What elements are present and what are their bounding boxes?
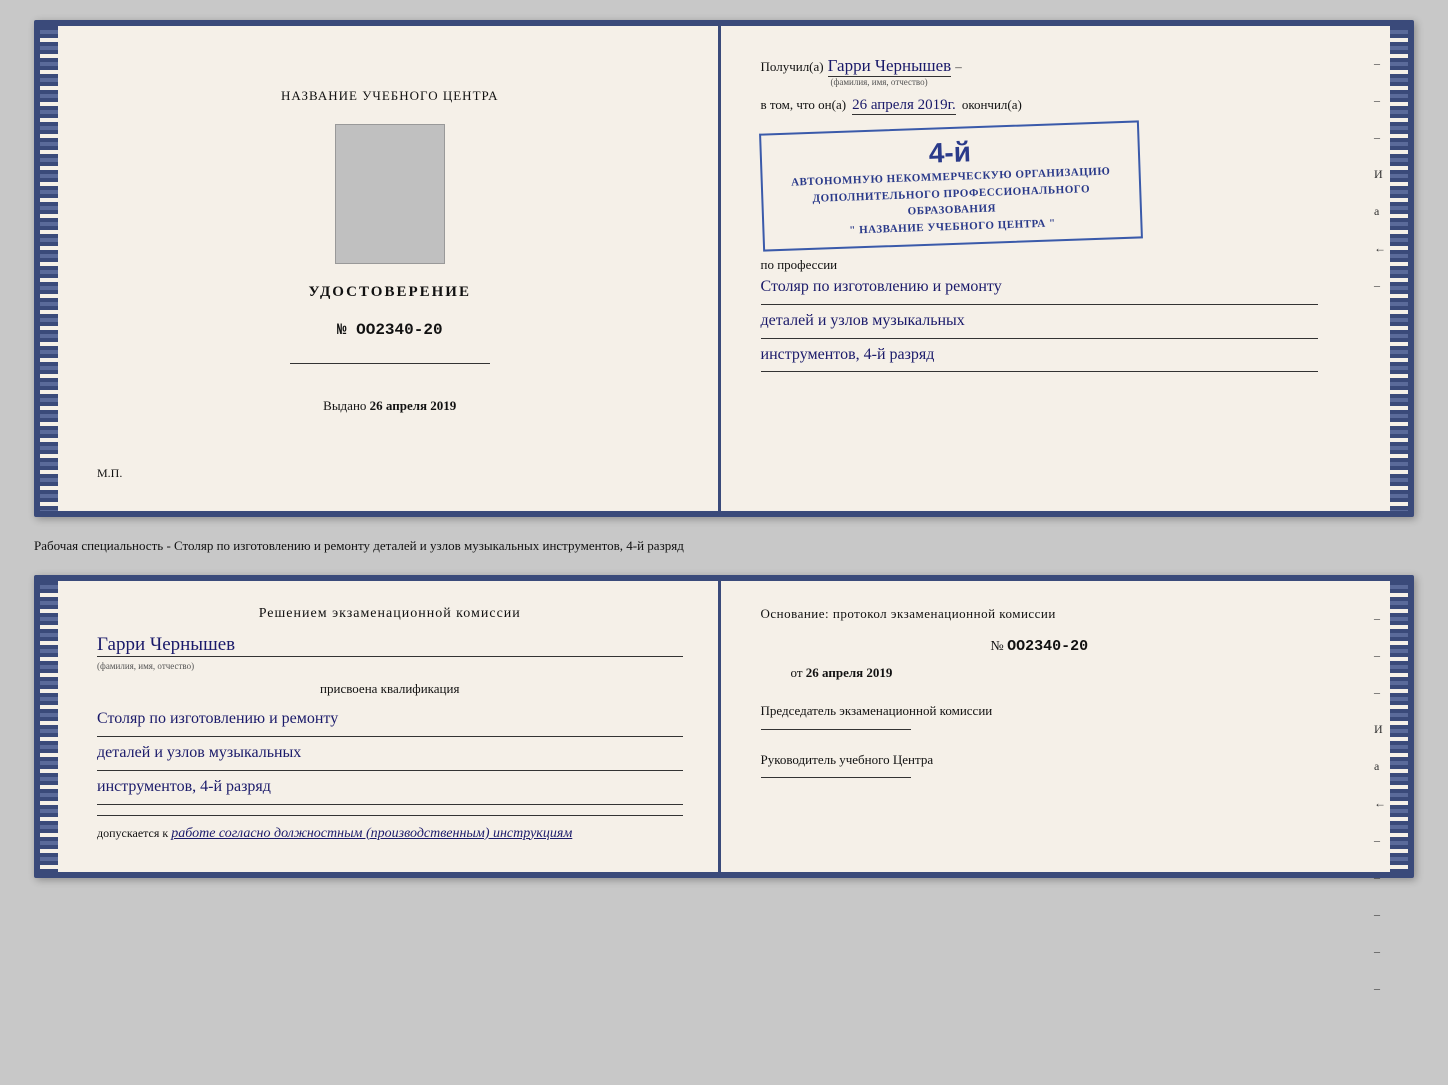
allowed-line: допускается к работе согласно должностны… [97,826,683,842]
profession-line3: инструментов, 4-й разряд [761,341,1319,373]
qual-line1: Столяр по изготовлению и ремонту [97,705,683,737]
chairman-sig-line [761,729,911,730]
fio-sublabel-top: (фамилия, имя, отчество) [831,77,1319,87]
profession-text: Столяр по изготовлению и ремонту деталей… [761,273,1319,372]
protocol-date: 26 апреля 2019 [806,665,893,680]
director-sig-line [761,777,911,778]
qualification-text: Столяр по изготовлению и ремонту деталей… [97,705,683,804]
recipient-name: Гарри Чернышев [828,56,952,77]
qual-line2: деталей и узлов музыкальных [97,739,683,771]
issued-line: Выдано 26 апреля 2019 [323,398,456,414]
bottom-document: Решением экзаменационной комиссии Гарри … [34,575,1414,877]
number-label: № [990,639,1003,654]
separator-text: Рабочая специальность - Столяр по изгото… [34,538,684,553]
allowed-text: работе согласно должностным (производств… [171,826,572,841]
issued-label: Выдано [323,398,366,413]
date-prefix: от [791,665,803,680]
protocol-number: OO2340-20 [1007,638,1088,655]
top-document: НАЗВАНИЕ УЧЕБНОГО ЦЕНТРА УДОСТОВЕРЕНИЕ №… [34,20,1414,517]
protocol-number-block: № OO2340-20 [761,638,1319,655]
allowed-prefix: допускается к [97,826,168,840]
certificate-label: УДОСТОВЕРЕНИЕ [308,284,471,301]
separator-label: Рабочая специальность - Столяр по изгото… [34,533,1414,559]
director-block: Руководитель учебного Центра [761,750,1319,779]
bottom-left-panel: Решением экзаменационной комиссии Гарри … [40,581,721,871]
top-right-panel: Получил(а) Гарри Чернышев – (фамилия, им… [721,26,1409,511]
komissia-title: Решением экзаменационной комиссии [97,606,683,622]
certificate-number: № OO2340-20 [337,321,443,339]
profession-line1: Столяр по изготовлению и ремонту [761,273,1319,305]
top-left-panel: НАЗВАНИЕ УЧЕБНОГО ЦЕНТРА УДОСТОВЕРЕНИЕ №… [40,26,721,511]
profession-line2: деталей и узлов музыкальных [761,307,1319,339]
bottom-fio-sublabel: (фамилия, имя, отчество) [97,661,683,671]
assigned-text: присвоена квалификация [97,681,683,697]
bottom-recipient-name: Гарри Чернышев [97,634,683,657]
recipient-line: Получил(а) Гарри Чернышев – [761,56,1319,77]
photo-placeholder [335,124,445,264]
mp-label: М.П. [75,466,122,481]
center-title: НАЗВАНИЕ УЧЕБНОГО ЦЕНТРА [281,88,498,104]
chairman-block: Председатель экзаменационной комиссии [761,701,1319,730]
bottom-right-edge-marks: – – – И а ← – – – – – [1374,611,1386,996]
vtom-line: в том, что он(а) 26 апреля 2019г. окончи… [761,97,1319,115]
issued-date: 26 апреля 2019 [370,398,457,413]
stamp-block: 4-й АВТОНОМНУЮ НЕКОММЕРЧЕСКУЮ ОРГАНИЗАЦИ… [759,120,1143,251]
bottom-right-panel: Основание: протокол экзаменационной коми… [721,581,1409,871]
chairman-title: Председатель экзаменационной комиссии [761,701,1319,721]
osnov-title: Основание: протокол экзаменационной коми… [761,606,1319,622]
qual-line3: инструментов, 4-й разряд [97,773,683,805]
profession-label: по профессии [761,257,1319,273]
cert-date: 26 апреля 2019г. [852,97,956,115]
vtom-label: в том, что он(а) [761,97,847,113]
director-title: Руководитель учебного Центра [761,750,1319,770]
received-label: Получил(а) [761,59,824,75]
protocol-date-block: от 26 апреля 2019 [791,665,1319,681]
okончил-label: окончил(а) [962,97,1022,113]
right-edge-marks: – – – И а ← – [1374,56,1386,293]
